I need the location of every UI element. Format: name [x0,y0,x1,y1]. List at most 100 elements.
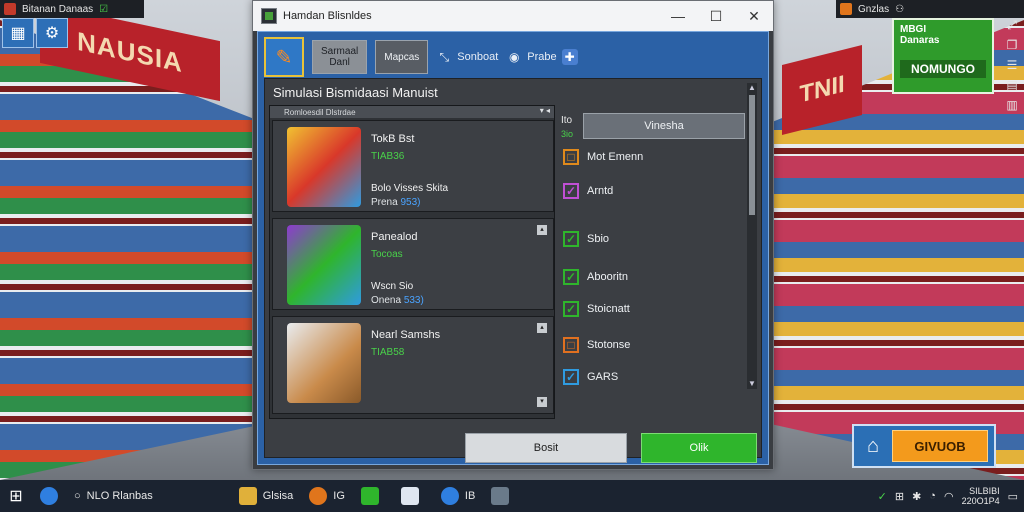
content-panel: Simulasi Bismidaasi Manuist Romloesdil D… [264,78,762,463]
item-name: Panealod [371,231,418,243]
list-item[interactable]: TokB Bst TIAB36 Bolo Visses Skita Prena … [272,120,554,212]
shelf-left [0,20,260,480]
option-checkbox[interactable]: □ Mot Emenn [563,149,643,165]
scrollbar-thumb[interactable] [749,95,755,215]
start-icon[interactable]: ⊞ [0,480,32,512]
hammer-tool-icon[interactable]: ✎ [264,37,304,77]
scroll-down-icon[interactable]: ▾ [537,397,547,407]
checkmark-icon: ✓ [563,369,579,385]
option-checkbox[interactable]: ✓ Arntd [563,183,613,199]
folder-icon [238,487,257,505]
fullscreen-icon[interactable]: ⤢ [1005,18,1019,34]
search-icon: ○ [74,490,81,502]
window-body: ✎ Sarmaal Danl Mapcas ⤡ Sonboat ◉ Prabe … [257,31,769,465]
network-icon[interactable]: ⊞ [895,490,904,503]
cancel-button[interactable]: Bosit [465,433,627,463]
puzzle-icon: ✚ [561,49,578,65]
list-item[interactable]: ▴ Nearl Samshs TIAB58 ▾ [272,316,554,414]
tab-label: Mapcas [384,51,420,63]
taskbar-app[interactable]: IG [301,480,353,512]
clock-line2: 220O1P4 [961,496,1000,506]
check-icon[interactable]: ✓ [878,490,887,503]
option-label: Stoicnatt [587,303,630,315]
option-checkbox[interactable]: ✓ Stoicnatt [563,301,630,317]
tab-mapcas[interactable]: Mapcas [375,40,429,74]
simulation-window: Hamdan Blisnldes — ☐ ✕ ✎ Sarmaal Danl Ma… [252,0,774,470]
shop-go-label: GIVUOB [892,430,988,462]
volume-icon[interactable]: ◔ [929,490,936,502]
taskbar-app[interactable] [483,480,523,512]
options-button[interactable]: Vinesha [583,113,745,139]
checkmark-icon: ✓ [563,301,579,317]
person-icon[interactable]: ⚇ [895,4,904,15]
taskbar-app[interactable]: Glsisa [231,480,302,512]
link-prabe[interactable]: ◉ Prabe ✚ [506,49,578,65]
option-checkbox[interactable]: ✓ Sbio [563,231,609,247]
toolbar: ✎ Sarmaal Danl Mapcas ⤡ Sonboat ◉ Prabe … [264,37,578,77]
item-price: Tocoas [371,249,403,260]
panel-icon[interactable]: ▥ [1005,98,1019,114]
scroll-up-icon[interactable]: ▲ [747,83,757,93]
list-item[interactable]: ▴ Panealod Tocoas Wscn Sio Onena 533) [272,218,554,310]
stock-label: Prena [371,197,398,208]
item-price: TIAB58 [371,347,405,358]
scrollbar[interactable]: ▲ ▼ [747,83,757,389]
taskbar-browser[interactable] [32,480,66,512]
eye-icon: ◉ [509,50,520,64]
notification-icon[interactable]: ▭ [1008,490,1018,503]
item-name: Nearl Samshs [371,329,441,341]
tab-sarmaal[interactable]: Sarmaal Danl [312,40,368,74]
shop-button[interactable]: ⌂ GIVUOB [852,424,996,468]
minimize-button[interactable]: — [659,1,697,31]
list-icon[interactable]: ☰ [1005,58,1019,74]
top-left-bar: Bitanan Danaas ☑ [0,0,144,18]
logo-line2: Danaras [900,35,940,46]
wifi-icon[interactable]: ◠ [944,490,954,503]
checkbox-icon[interactable]: ☑ [99,4,108,15]
copy-icon[interactable]: ❐ [1005,38,1019,54]
list-header-label: Romloesdil Dlstrdae [284,107,356,117]
clock[interactable]: SILBIBI 220O1P4 [962,486,1000,506]
taskbar-app-label: IG [333,490,345,502]
option-label: Sbio [587,233,610,245]
link-sonboat[interactable]: ⤡ Sonboat [436,49,498,65]
checkmark-icon: ✓ [563,183,579,199]
globe-icon [440,487,459,505]
collapse-icon[interactable]: ▴ [537,323,547,333]
settings-icon[interactable]: ⚙ [36,18,68,48]
options-panel: Ito 3io Vinesha □ Mot Emenn ✓ Arntd ✓ Sb… [561,105,751,417]
list-header-controls[interactable]: ▾ ◂ [540,106,550,115]
taskbar-app[interactable]: IB [433,480,483,512]
taskbar-search[interactable]: ○ NLO Rlanbas [66,480,161,512]
pen-icon [491,487,510,505]
item-price: TIAB36 [371,151,405,162]
scroll-down-icon[interactable]: ▼ [747,379,757,389]
taskbar-app[interactable] [353,480,393,512]
collapse-icon[interactable]: ▴ [537,225,547,235]
list-header: Romloesdil Dlstrdae ▾ ◂ [270,106,554,118]
option-checkbox[interactable]: ✓ Abooritn [563,269,628,285]
option-checkbox[interactable]: ✓ GARS [563,369,618,385]
title-bar: Hamdan Blisnldes — ☐ ✕ [253,1,773,31]
taskbar-app[interactable] [393,480,433,512]
top-right-label: Gnzlas [858,3,890,15]
item-stock: Prena 953) [371,197,420,208]
close-button[interactable]: ✕ [735,1,773,31]
top-left-title: Bitanan Danaas [22,3,94,15]
document-icon[interactable]: ▤ [1005,78,1019,94]
option-checkbox[interactable]: □ Stotonse [563,337,630,353]
shield-icon [400,487,419,505]
home-icon: ⌂ [866,434,880,457]
panel-title: Simulasi Bismidaasi Manuist [273,85,438,100]
system-tray: ✓ ⊞ ✱ ◔ ◠ SILBIBI 220O1P4 ▭ [878,480,1024,512]
options-header: Ito [561,115,573,126]
grid-icon[interactable]: ▦ [2,18,34,48]
ok-button[interactable]: Olik [641,433,757,463]
cursor-icon: ⤡ [439,49,450,64]
logo-line3: NOMUNGO [900,60,986,78]
tab-sublabel: Danl [329,57,350,68]
option-label: Abooritn [587,271,628,283]
bluetooth-icon[interactable]: ✱ [912,490,921,503]
maximize-button[interactable]: ☐ [697,1,735,31]
item-sub: Wscn Sio [371,281,414,292]
